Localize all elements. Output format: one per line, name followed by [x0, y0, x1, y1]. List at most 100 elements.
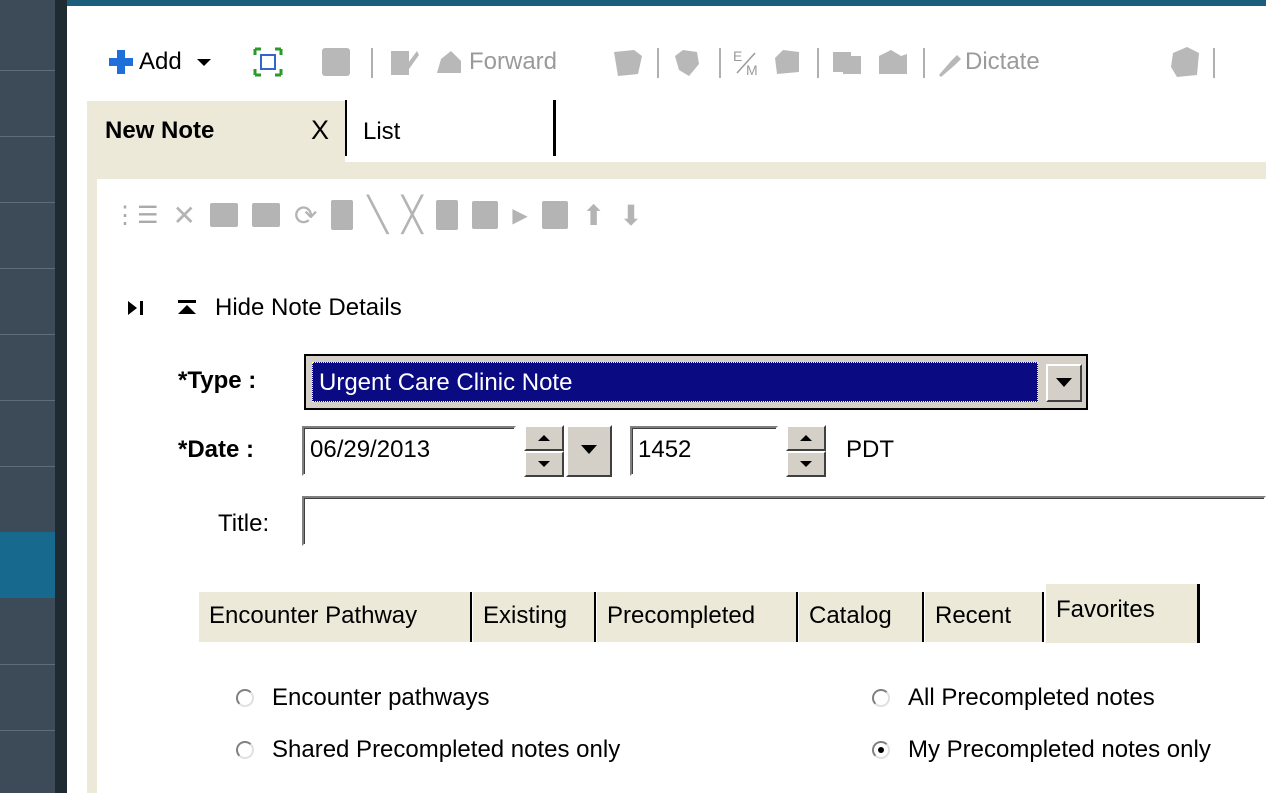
date-spinner[interactable] [524, 425, 564, 477]
date-spin-up[interactable] [524, 425, 564, 451]
more-button[interactable] [1167, 40, 1201, 84]
sign-button[interactable] [322, 40, 350, 84]
type-dropdown-button[interactable] [1046, 364, 1082, 402]
document-icon[interactable] [331, 200, 354, 230]
assign-icon [614, 50, 642, 76]
pencil-icon [391, 51, 419, 75]
insert-list-icon[interactable]: ⋮☰ [113, 201, 159, 230]
tab-label: Encounter Pathway [209, 602, 418, 629]
fullscreen-icon [253, 47, 283, 77]
print-button[interactable] [877, 40, 911, 84]
radio-all-precompleted[interactable]: All Precompleted notes [872, 684, 1155, 712]
collapse-up-icon [178, 300, 196, 314]
cross-icon[interactable]: ╳ [402, 195, 422, 235]
date-spin-down[interactable] [524, 451, 564, 477]
skip-forward-icon[interactable] [125, 297, 147, 319]
em-button[interactable]: E M [731, 40, 761, 84]
toolbar-separator [1213, 48, 1215, 78]
tab-new-note-label: New Note [105, 117, 215, 144]
type-dropdown-value: Urgent Care Clinic Note [312, 362, 1038, 402]
rail-divider [0, 334, 55, 335]
sign-icon [322, 48, 350, 76]
tab-precompleted[interactable]: Precompleted [596, 592, 798, 642]
rail-item-active[interactable] [0, 532, 55, 598]
date-value: 06/29/2013 [310, 436, 431, 463]
tab-encounter-pathway[interactable]: Encounter Pathway [198, 592, 472, 642]
add-label: Add [139, 48, 182, 75]
fullscreen-button[interactable] [253, 40, 283, 84]
tab-label: Precompleted [607, 602, 756, 629]
tab-existing[interactable]: Existing [472, 592, 596, 642]
close-icon[interactable]: X [311, 115, 329, 146]
chevron-down-icon [538, 461, 550, 467]
plus-icon [109, 50, 133, 74]
copy-button[interactable] [831, 40, 865, 84]
time-field[interactable]: 1452 [630, 426, 778, 476]
radio-label: My Precompleted notes only [908, 736, 1211, 763]
refresh-icon[interactable]: ⟳ [294, 199, 317, 232]
radio-shared-precompleted[interactable]: Shared Precompleted notes only [236, 736, 620, 764]
title-input[interactable] [302, 496, 1266, 546]
dictate-button[interactable]: Dictate [935, 40, 1040, 84]
play-icon[interactable]: ▶ [512, 203, 527, 228]
radio-encounter-pathways[interactable]: Encounter pathways [236, 684, 489, 712]
rail-divider [0, 136, 55, 137]
line-icon[interactable]: ╲ [367, 195, 387, 235]
rail-divider [0, 730, 55, 731]
tab-catalog[interactable]: Catalog [798, 592, 924, 642]
document-tabs: New Note X List [87, 100, 1266, 166]
svg-text:M: M [746, 62, 758, 78]
tab-label: Existing [483, 602, 568, 629]
assign-button[interactable] [612, 40, 646, 84]
tab-recent[interactable]: Recent [924, 592, 1044, 642]
tab-new-note[interactable]: New Note X [87, 100, 345, 163]
rail-divider [0, 400, 55, 401]
rail-divider [0, 664, 55, 665]
radio-button-icon [236, 741, 254, 759]
arrow-up-icon[interactable]: ⬆ [582, 199, 605, 232]
favorites-tab-page [193, 643, 1266, 795]
order-button[interactable] [771, 40, 803, 84]
order-icon [775, 50, 799, 74]
arrow-down-icon[interactable]: ⬇ [619, 199, 642, 232]
more-icon [1171, 47, 1199, 77]
tab-favorites[interactable]: Favorites [1044, 584, 1200, 644]
add-button[interactable]: Add [107, 40, 214, 84]
forward-icon [437, 51, 461, 73]
paste-icon[interactable] [472, 201, 499, 229]
clipboard-icon[interactable] [436, 200, 459, 230]
time-spin-down[interactable] [786, 451, 826, 477]
tab-list[interactable]: List [345, 100, 556, 156]
em-icon: E M [733, 48, 758, 78]
time-spinner[interactable] [786, 425, 826, 477]
type-dropdown[interactable]: Urgent Care Clinic Note [304, 354, 1088, 410]
radio-label: Encounter pathways [272, 684, 490, 711]
radio-button-icon [872, 689, 890, 707]
left-navigation-rail [0, 0, 55, 793]
chevron-up-icon [800, 435, 812, 441]
tab-label: Catalog [809, 602, 892, 629]
move-icon[interactable] [541, 201, 568, 229]
timezone-label: PDT [846, 436, 894, 463]
copy-icon [833, 52, 861, 74]
date-field[interactable]: 06/29/2013 [302, 426, 516, 476]
chevron-down-icon [196, 59, 211, 66]
folder-icon[interactable] [251, 203, 280, 227]
stamp-icon[interactable] [209, 203, 238, 227]
time-value: 1452 [638, 436, 692, 463]
tab-label: Favorites [1056, 596, 1155, 623]
chevron-down-icon [581, 445, 597, 454]
note-details-toggle[interactable]: Hide Note Details [125, 290, 402, 326]
microphone-icon [939, 55, 961, 77]
time-spin-up[interactable] [786, 425, 826, 451]
chevron-down-icon [800, 461, 812, 467]
edit-button[interactable] [389, 40, 419, 84]
delete-icon[interactable]: ✕ [173, 199, 196, 232]
print-icon [879, 50, 907, 74]
radio-button-icon [236, 689, 254, 707]
hand-button[interactable] [671, 40, 703, 84]
forward-button[interactable]: Forward [433, 40, 557, 84]
radio-my-precompleted[interactable]: My Precompleted notes only [872, 736, 1266, 764]
date-calendar-dropdown[interactable] [566, 425, 612, 477]
chevron-up-icon [538, 435, 550, 441]
